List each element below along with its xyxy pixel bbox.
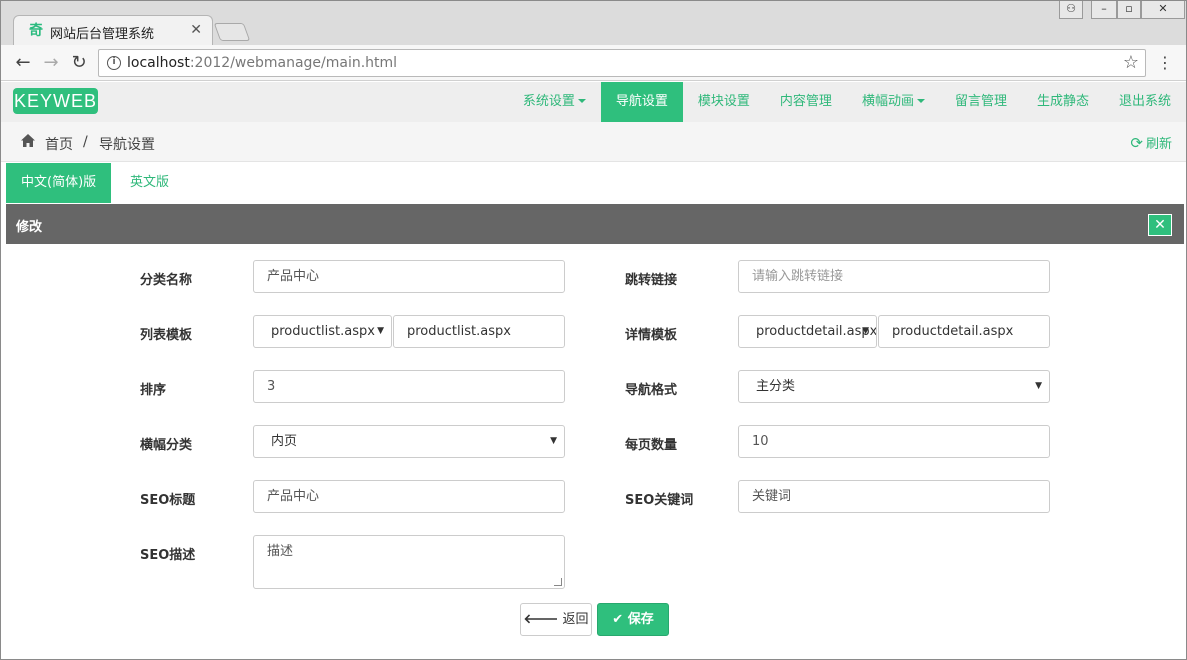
page-size-input[interactable]: 10 [738, 425, 1050, 458]
menu-item-message-management[interactable]: 留言管理 [940, 82, 1022, 122]
sort-label: 排序 [140, 383, 167, 398]
back-button[interactable]: 🡐 返回 [520, 603, 592, 636]
minimize-button[interactable]: – [1091, 1, 1117, 19]
new-tab-button[interactable] [213, 23, 251, 41]
reload-icon[interactable]: ↻ [67, 51, 91, 75]
select-arrow-icon: ▼ [377, 326, 384, 336]
tab-close-icon[interactable]: ✕ [190, 22, 202, 38]
browser-titlebar: 奇 网站后台管理系统 ✕ ⚇ – ▫ ✕ [1, 1, 1186, 45]
select-arrow-icon: ▼ [1035, 381, 1042, 391]
resize-handle[interactable] [554, 578, 562, 586]
tab-english[interactable]: 英文版 [115, 163, 184, 203]
close-panel-button[interactable]: ✕ [1148, 214, 1172, 236]
nav-style-select[interactable]: 主分类 ▼ [738, 370, 1050, 403]
nav-style-label: 导航格式 [625, 383, 678, 398]
url-text: localhost:2012/webmanage/main.html [127, 55, 398, 71]
seo-title-label: SEO标题 [140, 493, 196, 508]
menu-item-module-settings[interactable]: 模块设置 [683, 82, 765, 122]
site-favicon-icon: 奇 [29, 23, 43, 39]
seo-title-input[interactable]: 产品中心 [253, 480, 565, 513]
profile-icon[interactable]: ⚇ [1059, 1, 1083, 19]
seo-keywords-label: SEO关键词 [625, 493, 694, 508]
caret-down-icon [577, 99, 586, 103]
maximize-button[interactable]: ▫ [1117, 1, 1141, 19]
detail-template-input[interactable]: productdetail.aspx [878, 315, 1050, 348]
page-size-label: 每页数量 [625, 438, 678, 453]
arrow-left-icon: 🡐 [523, 612, 559, 627]
home-icon [21, 134, 35, 147]
browser-menu-icon[interactable]: ⋮ [1157, 53, 1173, 72]
sort-input[interactable]: 3 [253, 370, 565, 403]
close-icon: ✕ [1154, 217, 1166, 233]
close-window-button[interactable]: ✕ [1141, 1, 1185, 19]
app-navbar: KEYWEB 系统设置 导航设置 模块设置 内容管理 横幅动画 留言管理 生成静… [1, 82, 1186, 122]
list-template-input[interactable]: productlist.aspx [393, 315, 565, 348]
redirect-link-input[interactable]: 请输入跳转链接 [738, 260, 1050, 293]
menu-item-nav-settings[interactable]: 导航设置 [600, 82, 683, 122]
back-arrow-icon[interactable]: ← [11, 51, 35, 75]
seo-description-label: SEO描述 [140, 548, 196, 563]
forward-arrow-icon[interactable]: → [39, 51, 63, 75]
caret-down-icon [916, 99, 925, 103]
edit-form: 分类名称 产品中心 跳转链接 请输入跳转链接 列表模板 productlist.… [6, 244, 1184, 657]
select-arrow-icon: ▼ [550, 436, 557, 446]
list-template-select[interactable]: productlist.aspx ▼ [253, 315, 392, 348]
save-button[interactable]: ✔ 保存 [597, 603, 669, 636]
select-arrow-icon: ▼ [862, 326, 869, 336]
breadcrumb-separator: / [83, 134, 88, 150]
logo[interactable]: KEYWEB [13, 88, 98, 114]
category-name-input[interactable]: 产品中心 [253, 260, 565, 293]
breadcrumb: 首页 / 导航设置 ⟳ 刷新 [1, 122, 1186, 162]
address-bar[interactable]: i localhost:2012/webmanage/main.html ☆ [98, 49, 1146, 77]
breadcrumb-current: 导航设置 [99, 137, 155, 153]
panel-title: 修改 [16, 220, 43, 235]
banner-category-label: 横幅分类 [140, 438, 193, 453]
main-menu: 系统设置 导航设置 模块设置 内容管理 横幅动画 留言管理 生成静态 退出系统 [508, 82, 1186, 122]
tab-title: 网站后台管理系统 [50, 27, 155, 42]
menu-item-generate-static[interactable]: 生成静态 [1022, 82, 1104, 122]
browser-window: 奇 网站后台管理系统 ✕ ⚇ – ▫ ✕ ← → ↻ i localhost:2… [0, 0, 1187, 660]
bookmark-star-icon[interactable]: ☆ [1123, 52, 1139, 73]
panel-header: 修改 ✕ [6, 204, 1184, 244]
browser-toolbar: ← → ↻ i localhost:2012/webmanage/main.ht… [1, 45, 1186, 81]
detail-template-label: 详情模板 [625, 328, 678, 343]
list-template-label: 列表模板 [140, 328, 193, 343]
tab-chinese[interactable]: 中文(简体)版 [6, 163, 112, 203]
menu-item-system-settings[interactable]: 系统设置 [508, 82, 601, 122]
browser-tab[interactable]: 奇 网站后台管理系统 ✕ [13, 15, 213, 45]
redirect-link-label: 跳转链接 [625, 273, 678, 288]
seo-description-textarea[interactable]: 描述 [253, 535, 565, 589]
detail-template-select[interactable]: productdetail.aspx ▼ [738, 315, 877, 348]
menu-item-banner-animation[interactable]: 横幅动画 [847, 82, 940, 122]
category-name-label: 分类名称 [140, 273, 193, 288]
refresh-icon: ⟳ [1130, 134, 1143, 152]
language-tabs: 中文(简体)版 英文版 [6, 163, 1184, 203]
menu-item-logout[interactable]: 退出系统 [1104, 82, 1186, 122]
seo-keywords-input[interactable]: 关键词 [738, 480, 1050, 513]
check-icon: ✔ [612, 612, 624, 627]
banner-category-select[interactable]: 内页 ▼ [253, 425, 565, 458]
refresh-button[interactable]: ⟳ 刷新 [1130, 133, 1172, 152]
breadcrumb-home[interactable]: 首页 [45, 134, 73, 154]
info-icon[interactable]: i [107, 56, 121, 70]
menu-item-content-management[interactable]: 内容管理 [765, 82, 847, 122]
